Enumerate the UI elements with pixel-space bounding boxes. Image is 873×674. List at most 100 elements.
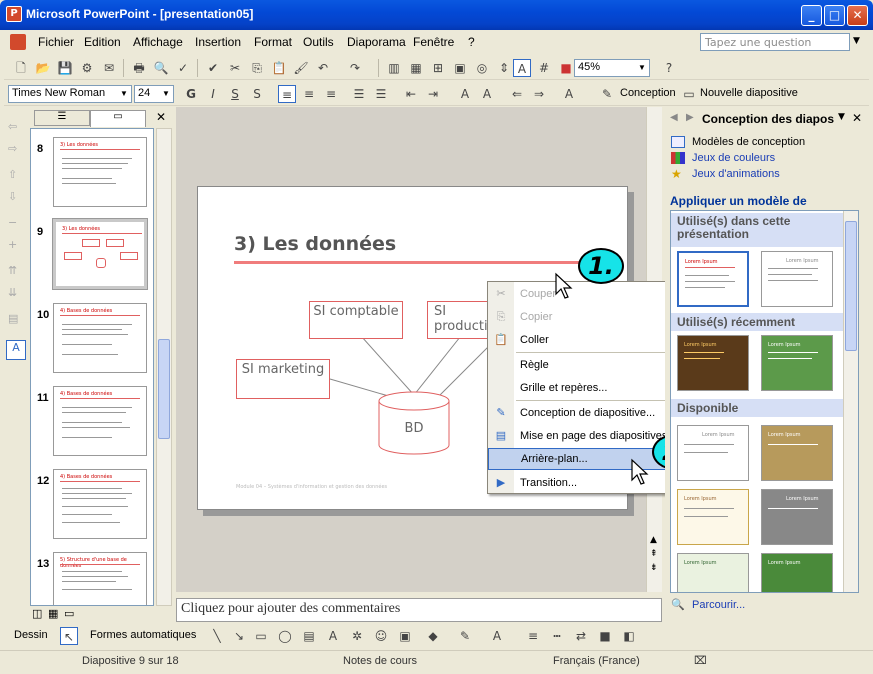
template-thumb[interactable]: Lorem Ipsum <box>677 251 749 307</box>
arrow-left-icon[interactable]: ⇦ <box>8 120 17 133</box>
template-thumb[interactable]: Lorem Ipsum <box>677 335 749 391</box>
menu-fenetre[interactable]: Fenêtre <box>413 35 454 49</box>
link-animations[interactable]: Jeux d'animations <box>692 168 780 180</box>
help-icon[interactable]: ? <box>660 59 678 77</box>
permission-icon[interactable]: ⚙ <box>78 59 96 77</box>
research-icon[interactable]: ✔ <box>204 59 222 77</box>
next-slide-icon[interactable]: ⇟ <box>650 563 658 573</box>
expand-icon[interactable]: ⇕ <box>495 59 513 77</box>
format-painter-icon[interactable]: 🖌 <box>292 59 310 77</box>
dash-style-icon[interactable]: ┅ <box>548 627 566 645</box>
open-icon[interactable]: 📂 <box>34 59 52 77</box>
menu-item-copier[interactable]: ⎘ Copier <box>488 306 694 328</box>
maximize-button[interactable]: □ <box>824 5 845 26</box>
diagram-icon[interactable]: ✲ <box>348 627 366 645</box>
clipart-icon[interactable]: ☺ <box>372 627 390 645</box>
numbering-icon[interactable]: ☰ <box>350 85 368 103</box>
slide-thumbnail-selected[interactable]: 3) Les données <box>52 218 148 290</box>
menu-outils[interactable]: Outils <box>303 35 334 49</box>
italic-icon[interactable]: I <box>204 85 222 103</box>
back-arrow-icon[interactable]: ◀ <box>670 112 678 123</box>
new-icon[interactable]: 🗋 <box>12 59 30 77</box>
insert-picture-icon[interactable]: ▣ <box>451 59 469 77</box>
normal-view-icon[interactable]: ◫ <box>32 607 42 620</box>
spellcheck-icon[interactable]: ⌧ <box>694 654 707 667</box>
previous-slide-icon[interactable]: ⇞ <box>650 549 658 559</box>
print-preview-icon[interactable]: 🔍 <box>152 59 170 77</box>
slide-design-icon[interactable]: ✎ <box>598 85 616 103</box>
template-thumb[interactable]: Lorem Ipsum <box>761 251 833 307</box>
new-slide-button[interactable]: Nouvelle diapositive <box>700 87 798 99</box>
template-thumb[interactable]: Lorem Ipsum <box>677 489 749 545</box>
collapse-icon[interactable]: − <box>8 216 17 229</box>
template-thumb[interactable]: Lorem Ipsum <box>761 553 833 592</box>
template-thumb[interactable]: Lorem Ipsum <box>761 489 833 545</box>
zoom-combo[interactable]: 45% ▼ <box>574 59 650 77</box>
arrow-right-icon[interactable]: ⇨ <box>8 142 17 155</box>
fill-color-icon[interactable]: ◆ <box>424 627 442 645</box>
menu-item-couper[interactable]: ✂ Couper <box>488 283 694 305</box>
save-icon[interactable]: 💾 <box>56 59 74 77</box>
close-panel-icon[interactable]: ✕ <box>156 110 166 124</box>
outline-tab[interactable]: ☰ <box>34 110 90 126</box>
oval-icon[interactable]: ◯ <box>276 627 294 645</box>
picture-icon[interactable]: ▣ <box>396 627 414 645</box>
menu-diaporama[interactable]: Diaporama <box>347 35 406 49</box>
autoshapes-button[interactable]: Formes automatiques <box>90 629 196 641</box>
chevron-down-icon[interactable]: ▼ <box>160 87 172 101</box>
demote-icon[interactable]: ⇒ <box>530 85 548 103</box>
notes-input[interactable]: Cliquez pour ajouter des commentaires <box>176 598 662 622</box>
help-question-input[interactable]: Tapez une question <box>700 33 850 51</box>
undo-icon[interactable]: ↶ <box>314 59 332 77</box>
line-color-icon[interactable]: ✎ <box>456 627 474 645</box>
increase-indent-icon[interactable]: ⇥ <box>424 85 442 103</box>
print-icon[interactable]: 🖶 <box>130 59 148 77</box>
decrease-font-icon[interactable]: A <box>478 85 496 103</box>
draw-menu-button[interactable]: Dessin <box>14 629 48 641</box>
forward-arrow-icon[interactable]: ▶ <box>686 112 694 123</box>
menu-edition[interactable]: Edition <box>84 35 121 49</box>
cut-icon[interactable]: ✂ <box>226 59 244 77</box>
thumbnails-scrollbar[interactable] <box>156 128 172 606</box>
font-color-icon[interactable]: A <box>488 627 506 645</box>
textbox-icon[interactable]: ▤ <box>300 627 318 645</box>
expand-all-icon[interactable]: ⇊ <box>8 286 17 299</box>
font-size-combo[interactable]: 24 ▼ <box>134 85 174 103</box>
template-thumb[interactable]: Lorem Ipsum <box>677 425 749 481</box>
summary-slide-icon[interactable]: ▤ <box>8 312 18 325</box>
arrow-down-icon[interactable]: ⇩ <box>8 190 17 203</box>
design-template-gallery[interactable]: Utilisé(s) dans cette présentation Lorem… <box>670 210 859 593</box>
promote-icon[interactable]: ⇐ <box>508 85 526 103</box>
menu-fichier[interactable]: Fichier <box>38 35 74 49</box>
bullets-icon[interactable]: ☰ <box>372 85 390 103</box>
bold-icon[interactable]: G <box>182 85 200 103</box>
grid-icon[interactable]: # <box>535 59 553 77</box>
line-style-icon[interactable]: ≡ <box>524 627 542 645</box>
3d-icon[interactable]: ◧ <box>620 627 638 645</box>
copy-icon[interactable]: ⎘ <box>248 59 266 77</box>
slide-sorter-icon[interactable]: ▦ <box>48 607 58 620</box>
tables-borders-icon[interactable]: ⊞ <box>429 59 447 77</box>
show-formatting-icon[interactable]: A <box>513 59 531 77</box>
link-couleurs[interactable]: Jeux de couleurs <box>692 152 775 164</box>
expand-icon[interactable]: + <box>8 238 17 251</box>
slide-thumbnail[interactable]: 5) Structure d'une base de données <box>53 552 147 605</box>
wordart-icon[interactable]: A <box>324 627 342 645</box>
collapse-all-icon[interactable]: ⇈ <box>8 264 17 277</box>
browse-link[interactable]: Parcourir... <box>692 599 745 611</box>
email-icon[interactable]: ✉ <box>100 59 118 77</box>
rectangle-icon[interactable]: ▭ <box>252 627 270 645</box>
link-modeles[interactable]: Modèles de conception <box>692 136 805 148</box>
new-slide-icon[interactable]: ▭ <box>680 85 698 103</box>
menu-item-grille[interactable]: Grille et repères... <box>488 377 694 399</box>
close-button[interactable]: ✕ <box>847 5 868 26</box>
increase-font-icon[interactable]: A <box>456 85 474 103</box>
paste-icon[interactable]: 📋 <box>270 59 288 77</box>
table-icon[interactable]: ▦ <box>407 59 425 77</box>
menu-affichage[interactable]: Affichage <box>133 35 183 49</box>
slides-tab[interactable]: ▭ <box>90 110 146 127</box>
si-comptable-box[interactable]: SI comptable <box>309 301 403 339</box>
chevron-down-icon[interactable]: ▼ <box>118 87 130 101</box>
scroll-up-icon[interactable]: ▲ <box>650 535 657 545</box>
arrow-up-icon[interactable]: ⇧ <box>8 168 17 181</box>
